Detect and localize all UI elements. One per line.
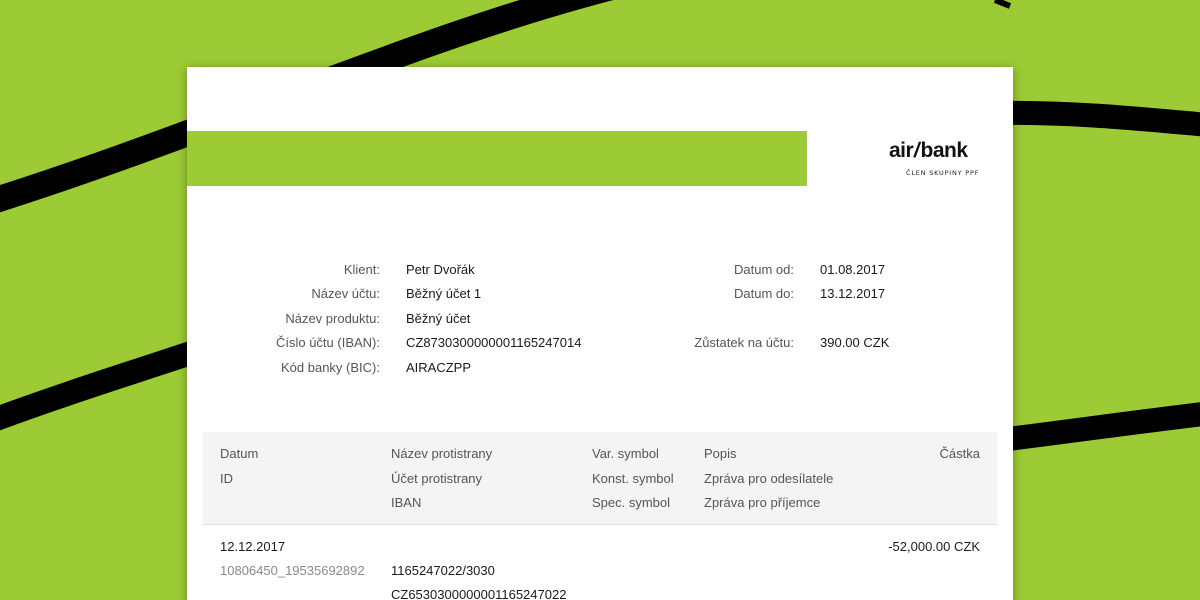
statement-document: air/bank ČLEN SKUPINY PPF Klient: Petr D… (187, 67, 1013, 600)
header-counterparty-name: Název protistrany (391, 446, 493, 461)
header-sender-message: Zpráva pro odesílatele (704, 471, 834, 486)
date-from-value: 01.08.2017 (820, 262, 886, 277)
header-amount: Částka (939, 446, 980, 461)
stripe-mid-right (999, 100, 1200, 137)
logo-air: air (889, 139, 914, 162)
account-name-label: Název účtu: (311, 286, 380, 301)
transactions-table-header: Datum ID Název protistrany Účet protistr… (203, 432, 997, 525)
stripe-top-right (993, 0, 1012, 9)
date-to-value: 13.12.2017 (820, 286, 886, 301)
bic-label: Kód banky (BIC): (281, 360, 380, 375)
stripe-mid-left (0, 338, 204, 431)
header-description: Popis (704, 446, 737, 461)
stripe-low-right (998, 402, 1200, 452)
row-iban: CZ6530300000001165247022 (391, 587, 567, 600)
bic-value: AIRACZPP (406, 360, 472, 375)
balance-label: Zůstatek na účtu: (694, 335, 794, 350)
header-var-symbol: Var. symbol (592, 446, 659, 461)
row-counterparty-account: 1165247022/3030 (391, 563, 495, 578)
row-amount: -52,000.00 CZK (888, 539, 980, 554)
header-counterparty-account: Účet protistrany (391, 471, 483, 486)
balance-value: 390.00 CZK (820, 335, 890, 350)
logo-bank: bank (920, 139, 969, 162)
header-id: ID (220, 471, 233, 486)
product-name-label: Název produktu: (285, 311, 380, 326)
client-value: Petr Dvořák (406, 262, 475, 277)
header-iban: IBAN (391, 495, 422, 510)
header-green-bar (187, 131, 807, 186)
client-label: Klient: (343, 262, 380, 277)
iban-value: CZ8730300000001165247014 (406, 335, 582, 350)
row-date: 12.12.2017 (220, 539, 286, 554)
header-recipient-message: Zpráva pro příjemce (704, 495, 821, 510)
header-date: Datum (220, 446, 259, 461)
account-name-value: Běžný účet 1 (406, 286, 482, 301)
logo-wordmark: air/bank (889, 139, 969, 162)
header-spec-symbol: Spec. symbol (592, 495, 671, 510)
row-id: 10806450_19535692892 (220, 563, 365, 578)
iban-label: Číslo účtu (IBAN): (275, 335, 380, 350)
date-from-label: Datum od: (734, 262, 794, 277)
date-to-label: Datum do: (734, 286, 794, 301)
header-const-symbol: Konst. symbol (592, 471, 674, 486)
logo-tagline: ČLEN SKUPINY PPF (906, 169, 980, 177)
product-name-value: Běžný účet (406, 311, 471, 326)
air-bank-logo: air/bank ČLEN SKUPINY PPF (887, 137, 980, 182)
